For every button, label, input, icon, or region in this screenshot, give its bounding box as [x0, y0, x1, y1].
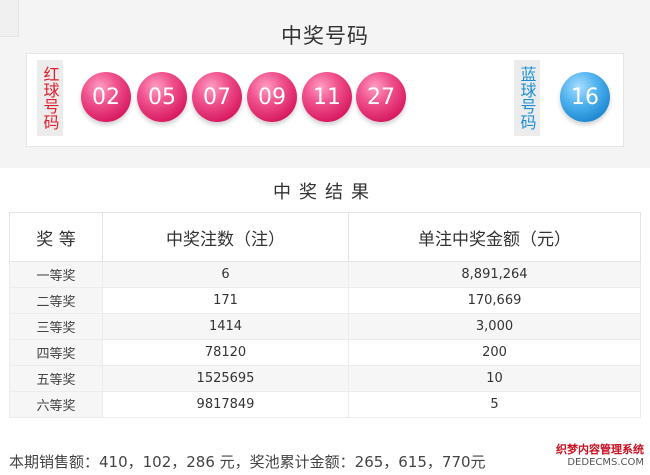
red-ball: 05 — [137, 72, 187, 122]
red-ball-label: 红球号码 — [37, 60, 63, 136]
table-row: 三等奖 1414 3,000 — [9, 313, 641, 340]
table-row: 一等奖 6 8,891,264 — [9, 261, 641, 288]
winning-numbers-title: 中奖号码 — [281, 24, 369, 48]
watermark-line1: 织梦内容管理系统 — [556, 443, 644, 456]
red-ball: 11 — [302, 72, 352, 122]
red-ball: 09 — [247, 72, 297, 122]
watermark-line2: DEDECMS.COM — [567, 457, 644, 468]
winner-count: 171 — [102, 287, 349, 314]
prize-level: 五等奖 — [9, 365, 103, 392]
table-row: 二等奖 171 170,669 — [9, 287, 641, 314]
balls-panel: 红球号码 02 05 07 09 11 27 蓝球号码 16 — [26, 53, 624, 147]
winning-numbers-section: 中奖号码 红球号码 02 05 07 09 11 27 蓝球号码 16 — [0, 0, 650, 168]
blue-ball-label: 蓝球号码 — [514, 60, 540, 136]
results-title: 中奖结果 — [273, 182, 377, 203]
table-row: 六等奖 9817849 5 — [9, 391, 641, 418]
prize-level: 二等奖 — [9, 287, 103, 314]
prize-amount: 170,669 — [348, 287, 641, 314]
prize-amount: 10 — [348, 365, 641, 392]
prize-amount: 3,000 — [348, 313, 641, 340]
blue-ball: 16 — [560, 72, 610, 122]
red-ball: 07 — [192, 72, 242, 122]
prize-level: 三等奖 — [9, 313, 103, 340]
header-count: 中奖注数（注） — [102, 212, 349, 262]
table-header-row: 奖 等 中奖注数（注） 单注中奖金额（元） — [9, 212, 641, 262]
header-level: 奖 等 — [9, 212, 103, 262]
prize-amount: 200 — [348, 339, 641, 366]
winner-count: 1414 — [102, 313, 349, 340]
red-ball: 27 — [356, 72, 406, 122]
winner-count: 6 — [102, 261, 349, 288]
red-ball: 02 — [81, 72, 131, 122]
prize-amount: 8,891,264 — [348, 261, 641, 288]
prize-level: 四等奖 — [9, 339, 103, 366]
prize-level: 一等奖 — [9, 261, 103, 288]
winner-count: 9817849 — [102, 391, 349, 418]
table-row: 五等奖 1525695 10 — [9, 365, 641, 392]
prize-amount: 5 — [348, 391, 641, 418]
watermark-logo: 织梦内容管理系统 DEDECMS.COM — [544, 443, 644, 471]
header-amount: 单注中奖金额（元） — [348, 212, 641, 262]
winner-count: 1525695 — [102, 365, 349, 392]
prize-level: 六等奖 — [9, 391, 103, 418]
winner-count: 78120 — [102, 339, 349, 366]
table-row: 四等奖 78120 200 — [9, 339, 641, 366]
sales-summary: 本期销售额：410，102，286 元，奖池累计金额：265，615，770元 — [9, 453, 486, 471]
results-table: 奖 等 中奖注数（注） 单注中奖金额（元） 一等奖 6 8,891,264 二等… — [9, 212, 641, 418]
